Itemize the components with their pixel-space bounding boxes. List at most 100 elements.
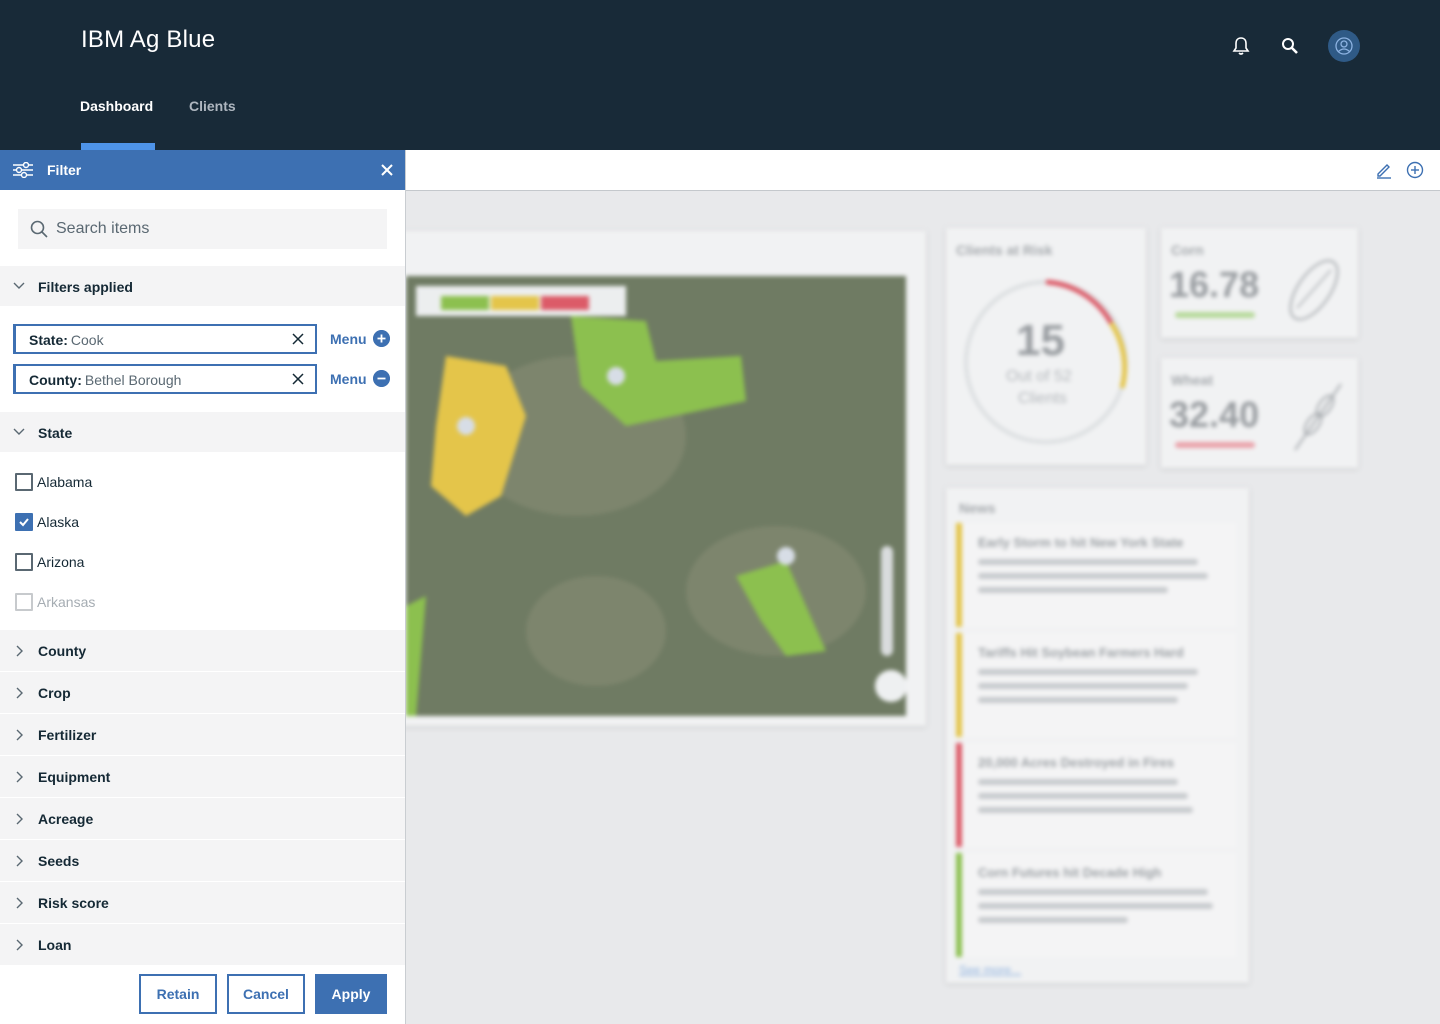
edit-pencil-icon[interactable] bbox=[1373, 159, 1395, 181]
filter-chip-key: State: bbox=[29, 332, 68, 348]
news-item: Early Storm to hit New York State bbox=[956, 523, 1236, 627]
remove-filter-icon[interactable] bbox=[291, 372, 305, 386]
remove-filter-icon[interactable] bbox=[291, 332, 305, 346]
checkbox-label: Arkansas bbox=[37, 594, 96, 610]
close-icon[interactable] bbox=[381, 164, 393, 176]
clients-at-risk-line1: Out of 52 bbox=[1006, 368, 1072, 385]
category-label: Acreage bbox=[38, 811, 94, 827]
cancel-button[interactable]: Cancel bbox=[227, 974, 305, 1014]
search-icon bbox=[30, 220, 48, 238]
news-item: Corn Futures hit Decade High bbox=[956, 853, 1236, 957]
checkbox[interactable] bbox=[15, 473, 33, 491]
user-avatar-icon[interactable] bbox=[1328, 30, 1360, 62]
equipment-section[interactable]: Equipment bbox=[0, 755, 405, 797]
wheat-illustration-icon bbox=[1294, 383, 1342, 451]
chevron-right-icon bbox=[16, 813, 23, 825]
filter-chip-key: County: bbox=[29, 372, 82, 388]
remove-circle-icon[interactable] bbox=[373, 370, 390, 387]
search-icon[interactable] bbox=[1278, 34, 1302, 58]
county-menu-link[interactable]: Menu bbox=[330, 371, 367, 387]
risk-score-section[interactable]: Risk score bbox=[0, 881, 405, 923]
clients-at-risk-card: Clients at Risk 15 Out of 52 Clients bbox=[946, 228, 1146, 465]
app-header: IBM Ag Blue Dashboard Clients bbox=[0, 0, 1440, 150]
filter-sliders-icon bbox=[13, 162, 33, 178]
checkbox-disabled bbox=[15, 593, 33, 611]
add-circle-icon[interactable] bbox=[1404, 159, 1426, 181]
chevron-right-icon bbox=[16, 687, 23, 699]
checkbox-label: Alabama bbox=[37, 474, 93, 490]
search-input[interactable] bbox=[18, 209, 387, 249]
tab-dashboard[interactable]: Dashboard bbox=[80, 98, 153, 114]
seeds-section[interactable]: Seeds bbox=[0, 839, 405, 881]
fertilizer-section[interactable]: Fertilizer bbox=[0, 713, 405, 755]
clients-at-risk-title: Clients at Risk bbox=[956, 242, 1053, 258]
news-title: News bbox=[959, 500, 996, 516]
app-title: IBM Ag Blue bbox=[81, 26, 216, 53]
dashboard-toolbar bbox=[405, 150, 1440, 191]
news-headline: 20,000 Acres Destroyed in Fires bbox=[978, 755, 1175, 770]
state-section[interactable]: State bbox=[0, 412, 405, 452]
chevron-right-icon bbox=[16, 939, 23, 951]
filter-panel-header: Filter bbox=[0, 150, 405, 190]
state-menu-link[interactable]: Menu bbox=[330, 331, 367, 347]
filter-chip-value: Bethel Borough bbox=[84, 372, 182, 388]
filter-panel: Filter Filters applied State:Cook Menu C… bbox=[0, 150, 406, 1024]
add-circle-icon[interactable] bbox=[373, 330, 390, 347]
corn-value: 16.78 bbox=[1169, 264, 1260, 305]
filter-panel-title: Filter bbox=[47, 162, 82, 178]
chevron-right-icon bbox=[16, 897, 23, 909]
filter-chip-county-text: County: Bethel Borough bbox=[29, 372, 181, 388]
wheat-value: 32.40 bbox=[1169, 394, 1260, 435]
category-label: Equipment bbox=[38, 769, 111, 785]
checkbox[interactable] bbox=[15, 553, 33, 571]
chevron-right-icon bbox=[16, 645, 23, 657]
wheat-card: Wheat 32.40 bbox=[1161, 358, 1358, 468]
clients-at-risk-line2: Clients bbox=[1018, 390, 1067, 407]
filters-applied-section[interactable]: Filters applied bbox=[0, 266, 405, 306]
loan-section[interactable]: Loan bbox=[0, 923, 405, 965]
news-card: News Early Storm to hit New York State T… bbox=[946, 488, 1249, 983]
category-label: Crop bbox=[38, 685, 71, 701]
news-headline: Tariffs Hit Soybean Farmers Hard bbox=[978, 645, 1184, 660]
active-tab-indicator bbox=[81, 143, 155, 150]
notification-bell-icon[interactable] bbox=[1229, 34, 1253, 58]
dashboard-background: Clients at Risk 15 Out of 52 Clients Cor… bbox=[406, 191, 1440, 1024]
checkbox-checked[interactable] bbox=[15, 513, 33, 531]
filter-chip-value: Cook bbox=[70, 332, 104, 348]
map-legend bbox=[416, 286, 626, 316]
see-more-link[interactable]: See more... bbox=[959, 963, 1021, 977]
retain-button[interactable]: Retain bbox=[139, 974, 217, 1014]
chevron-right-icon bbox=[16, 729, 23, 741]
chevron-down-icon bbox=[13, 282, 25, 289]
category-label: County bbox=[38, 643, 87, 659]
chevron-right-icon bbox=[16, 771, 23, 783]
news-item: Tariffs Hit Soybean Farmers Hard bbox=[956, 633, 1236, 737]
filter-chip-state-text: State: Cook bbox=[29, 332, 104, 348]
category-label: Seeds bbox=[38, 853, 80, 869]
checkbox-label: Arizona bbox=[37, 554, 85, 570]
chevron-right-icon bbox=[16, 855, 23, 867]
corn-title: Corn bbox=[1171, 242, 1204, 258]
tab-clients[interactable]: Clients bbox=[189, 98, 236, 114]
state-section-label: State bbox=[38, 425, 73, 441]
map-card bbox=[406, 231, 926, 726]
filters-applied-label: Filters applied bbox=[38, 279, 133, 295]
filter-chip-county: County: Bethel Borough bbox=[13, 364, 317, 394]
category-label: Risk score bbox=[38, 895, 109, 911]
news-headline: Corn Futures hit Decade High bbox=[978, 865, 1162, 880]
category-label: Fertilizer bbox=[38, 727, 97, 743]
chevron-down-icon bbox=[13, 428, 25, 435]
checkbox-label: Alaska bbox=[37, 514, 80, 530]
wheat-title: Wheat bbox=[1171, 372, 1213, 388]
corn-card: Corn 16.78 bbox=[1161, 228, 1358, 338]
filter-chip-state: State: Cook bbox=[13, 324, 317, 354]
satellite-map bbox=[406, 276, 906, 716]
acreage-section[interactable]: Acreage bbox=[0, 797, 405, 839]
news-item: 20,000 Acres Destroyed in Fires bbox=[956, 743, 1236, 847]
crop-section[interactable]: Crop bbox=[0, 671, 405, 713]
category-label: Loan bbox=[38, 937, 72, 953]
county-section[interactable]: County bbox=[0, 629, 405, 671]
clients-at-risk-count: 15 bbox=[1016, 316, 1065, 365]
apply-button[interactable]: Apply bbox=[315, 974, 387, 1014]
news-headline: Early Storm to hit New York State bbox=[978, 535, 1184, 550]
